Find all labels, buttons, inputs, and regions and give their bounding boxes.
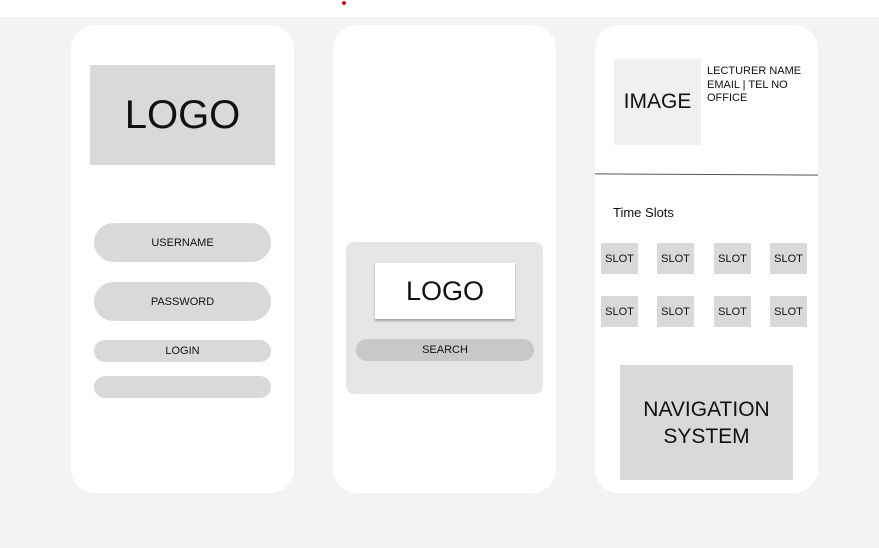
lecturer-contact: EMAIL | TEL NO (707, 78, 788, 91)
slot-button[interactable]: SLOT (770, 296, 807, 327)
lecturer-image: IMAGE (614, 59, 701, 145)
logo: LOGO (375, 263, 515, 319)
secondary-button[interactable] (94, 376, 271, 398)
slot-button[interactable]: SLOT (657, 243, 694, 274)
cursor-dot (342, 1, 346, 5)
search-button[interactable]: SEARCH (356, 339, 534, 361)
username-field[interactable]: USERNAME (94, 223, 271, 262)
slot-button[interactable]: SLOT (601, 243, 638, 274)
slot-button[interactable]: SLOT (601, 296, 638, 327)
search-screen: LOGO SEARCH (333, 25, 556, 493)
slot-button[interactable]: SLOT (770, 243, 807, 274)
password-field[interactable]: PASSWORD (94, 282, 271, 321)
slot-button[interactable]: SLOT (657, 296, 694, 327)
time-slots-title: Time Slots (613, 205, 674, 220)
lecturer-office: OFFICE (707, 92, 748, 104)
slot-button[interactable]: SLOT (714, 296, 751, 327)
lecturer-name: LECTURER NAME (707, 65, 802, 77)
logo: LOGO (90, 65, 275, 165)
slot-button[interactable]: SLOT (714, 243, 751, 274)
login-screen: LOGO USERNAME PASSWORD LOGIN (71, 25, 294, 493)
login-button[interactable]: LOGIN (94, 340, 271, 362)
lecturer-screen: IMAGE LECTURER NAME EMAIL | TEL NO OFFIC… (594, 25, 819, 493)
navigation-system[interactable]: NAVIGATION SYSTEM (620, 365, 793, 480)
divider (594, 173, 819, 176)
